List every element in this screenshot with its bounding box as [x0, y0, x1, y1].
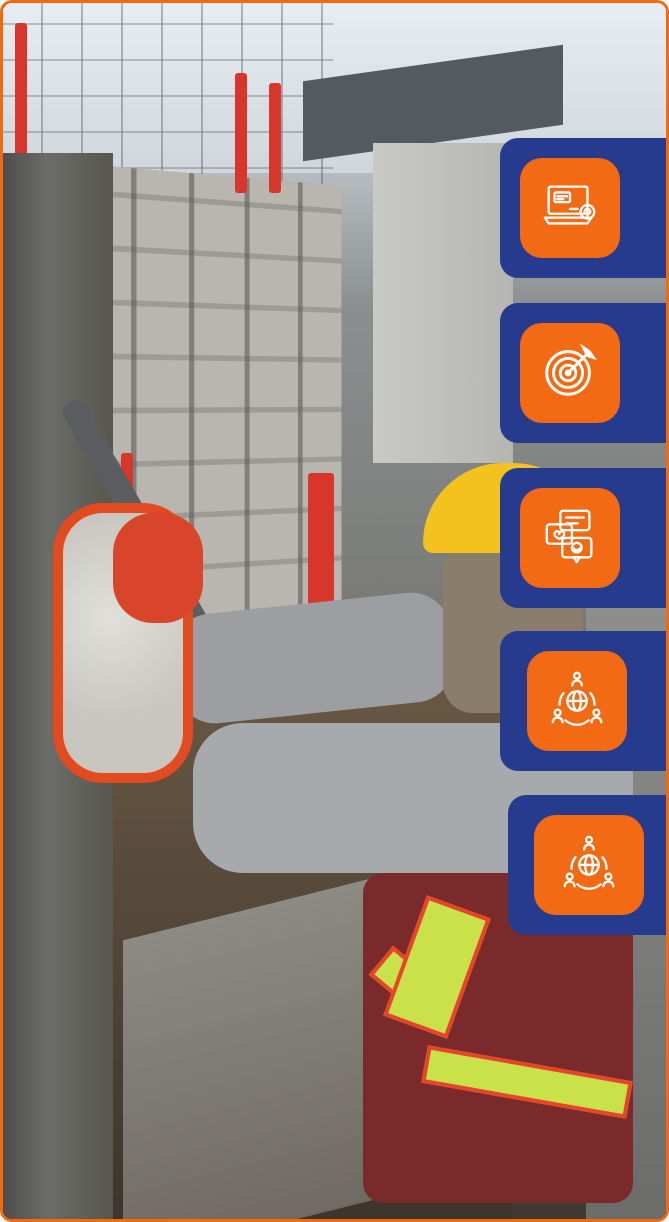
laptop-chat-icon [539, 175, 601, 242]
feature-card-rail [3, 3, 666, 1219]
feature-card[interactable] [508, 795, 666, 935]
feature-card[interactable] [500, 631, 666, 771]
feature-icon-box [520, 158, 620, 258]
hero-image-frame [0, 0, 669, 1222]
chat-feedback-icon [539, 505, 601, 572]
feature-card[interactable] [500, 468, 666, 608]
feature-icon-box [520, 488, 620, 588]
target-arrow-icon [539, 340, 601, 407]
feature-card[interactable] [500, 138, 666, 278]
feature-icon-box [527, 651, 627, 751]
feature-icon-box [534, 815, 644, 915]
global-network-icon [558, 832, 620, 899]
feature-icon-box [520, 323, 620, 423]
global-network-icon [546, 668, 608, 735]
feature-card[interactable] [500, 303, 666, 443]
